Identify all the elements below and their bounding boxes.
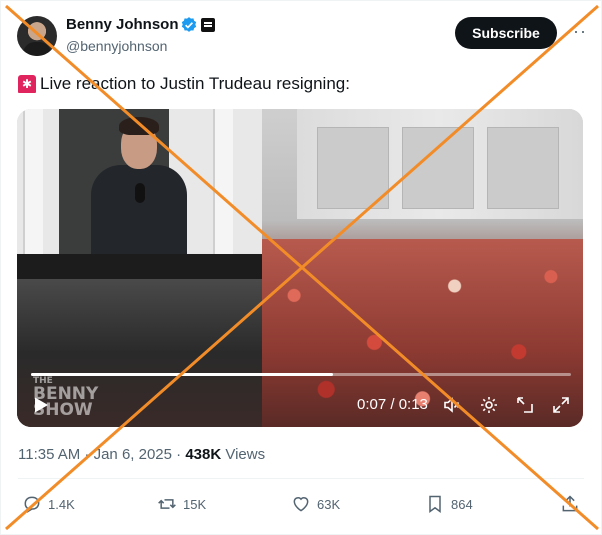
bookmark-icon	[429, 495, 441, 513]
tweet-text: Live reaction to Justin Trudeau resignin…	[18, 74, 350, 94]
tweet-timestamp[interactable]: 11:35 AM · Jan 6, 2025 ·	[18, 446, 185, 463]
fullscreen-icon[interactable]	[551, 395, 571, 415]
like-button[interactable]: 63K	[291, 494, 340, 514]
mute-icon[interactable]	[442, 395, 462, 415]
video-time: 0:07 / 0:13	[357, 396, 428, 413]
repost-count: 15K	[183, 496, 207, 512]
reply-count: 1.4K	[48, 496, 75, 512]
video-player[interactable]: THE BENNY SHOW 0:07 / 0:13	[17, 109, 583, 427]
views-count: 438K	[185, 446, 222, 463]
siren-emoji-icon	[18, 75, 36, 93]
reply-icon	[24, 496, 40, 513]
avatar[interactable]	[17, 16, 57, 56]
like-count: 63K	[317, 496, 341, 512]
settings-gear-icon[interactable]	[479, 395, 499, 415]
tweet-meta: 11:35 AM · Jan 6, 2025 · 438K Views	[18, 446, 265, 463]
bookmark-button[interactable]: 864	[425, 494, 473, 514]
repost-button[interactable]: 15K	[157, 494, 206, 514]
author-handle[interactable]: @bennyjohnson	[66, 38, 167, 54]
bookmark-count: 864	[451, 496, 473, 512]
affiliate-badge-icon[interactable]	[201, 18, 215, 32]
divider	[18, 478, 584, 479]
verified-badge-icon	[181, 17, 197, 32]
tweet-text-body: Live reaction to Justin Trudeau resignin…	[40, 74, 350, 93]
video-progress-bar[interactable]	[31, 373, 571, 376]
picture-in-picture-icon[interactable]	[515, 395, 535, 415]
tweet-card: Benny Johnson @bennyjohnson Subscribe ··…	[0, 0, 602, 535]
reply-button[interactable]: 1.4K	[22, 494, 75, 514]
views-label: Views	[221, 446, 266, 463]
more-options-icon[interactable]: ···	[566, 22, 587, 40]
heart-icon	[293, 497, 309, 512]
subscribe-button[interactable]: Subscribe	[455, 17, 557, 49]
share-icon[interactable]	[560, 494, 580, 514]
video-progress-fill	[31, 373, 334, 376]
author-name[interactable]: Benny Johnson	[66, 16, 179, 33]
play-icon[interactable]	[31, 395, 51, 415]
video-frame-background	[297, 109, 583, 219]
repost-icon	[158, 499, 176, 509]
